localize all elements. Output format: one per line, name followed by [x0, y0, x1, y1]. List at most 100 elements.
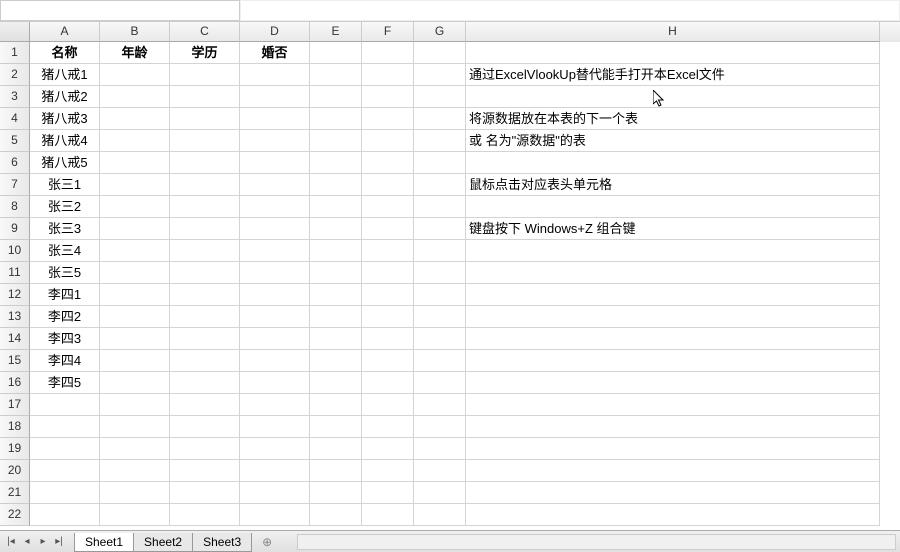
row-header-12[interactable]: 12	[0, 284, 30, 306]
cell-E15[interactable]	[310, 350, 362, 372]
cell-C14[interactable]	[170, 328, 240, 350]
column-header-G[interactable]: G	[414, 22, 466, 42]
cell-D3[interactable]	[240, 86, 310, 108]
cell-C16[interactable]	[170, 372, 240, 394]
cell-E17[interactable]	[310, 394, 362, 416]
row-header-14[interactable]: 14	[0, 328, 30, 350]
row-header-13[interactable]: 13	[0, 306, 30, 328]
cell-A21[interactable]	[30, 482, 100, 504]
cell-B10[interactable]	[100, 240, 170, 262]
cell-H16[interactable]	[466, 372, 880, 394]
cell-C11[interactable]	[170, 262, 240, 284]
cell-D13[interactable]	[240, 306, 310, 328]
row-header-17[interactable]: 17	[0, 394, 30, 416]
cell-G12[interactable]	[414, 284, 466, 306]
cell-H1[interactable]	[466, 42, 880, 64]
sheet-tab-sheet2[interactable]: Sheet2	[133, 533, 193, 552]
cell-G17[interactable]	[414, 394, 466, 416]
row-header-16[interactable]: 16	[0, 372, 30, 394]
row-header-1[interactable]: 1	[0, 42, 30, 64]
column-header-A[interactable]: A	[30, 22, 100, 42]
row-header-22[interactable]: 22	[0, 504, 30, 526]
cell-D21[interactable]	[240, 482, 310, 504]
row-header-6[interactable]: 6	[0, 152, 30, 174]
cell-D6[interactable]	[240, 152, 310, 174]
cell-D14[interactable]	[240, 328, 310, 350]
cell-E4[interactable]	[310, 108, 362, 130]
cell-F1[interactable]	[362, 42, 414, 64]
cell-E3[interactable]	[310, 86, 362, 108]
cell-A5[interactable]: 猪八戒4	[30, 130, 100, 152]
row-header-4[interactable]: 4	[0, 108, 30, 130]
cell-F19[interactable]	[362, 438, 414, 460]
cell-F7[interactable]	[362, 174, 414, 196]
cell-H5[interactable]: 或 名为"源数据"的表	[466, 130, 880, 152]
cell-G5[interactable]	[414, 130, 466, 152]
cell-D15[interactable]	[240, 350, 310, 372]
column-header-E[interactable]: E	[310, 22, 362, 42]
cell-C2[interactable]	[170, 64, 240, 86]
cell-B21[interactable]	[100, 482, 170, 504]
cell-E20[interactable]	[310, 460, 362, 482]
cell-G11[interactable]	[414, 262, 466, 284]
cell-D19[interactable]	[240, 438, 310, 460]
cell-D2[interactable]	[240, 64, 310, 86]
cell-F10[interactable]	[362, 240, 414, 262]
cell-B8[interactable]	[100, 196, 170, 218]
cell-B18[interactable]	[100, 416, 170, 438]
cell-H7[interactable]: 鼠标点击对应表头单元格	[466, 174, 880, 196]
cell-E10[interactable]	[310, 240, 362, 262]
cell-G22[interactable]	[414, 504, 466, 526]
cell-D11[interactable]	[240, 262, 310, 284]
cell-H3[interactable]	[466, 86, 880, 108]
cell-H9[interactable]: 键盘按下 Windows+Z 组合键	[466, 218, 880, 240]
cell-B19[interactable]	[100, 438, 170, 460]
cell-C21[interactable]	[170, 482, 240, 504]
cell-A14[interactable]: 李四3	[30, 328, 100, 350]
cell-B16[interactable]	[100, 372, 170, 394]
cell-A6[interactable]: 猪八戒5	[30, 152, 100, 174]
cell-F14[interactable]	[362, 328, 414, 350]
cell-F4[interactable]	[362, 108, 414, 130]
row-header-19[interactable]: 19	[0, 438, 30, 460]
cell-C18[interactable]	[170, 416, 240, 438]
cell-F15[interactable]	[362, 350, 414, 372]
cell-H22[interactable]	[466, 504, 880, 526]
cell-H21[interactable]	[466, 482, 880, 504]
tab-last-button[interactable]: ▸|	[52, 534, 66, 550]
column-header-H[interactable]: H	[466, 22, 880, 42]
cell-F13[interactable]	[362, 306, 414, 328]
cell-B15[interactable]	[100, 350, 170, 372]
row-header-10[interactable]: 10	[0, 240, 30, 262]
cell-A13[interactable]: 李四2	[30, 306, 100, 328]
column-header-D[interactable]: D	[240, 22, 310, 42]
cell-B12[interactable]	[100, 284, 170, 306]
cell-D9[interactable]	[240, 218, 310, 240]
cell-A20[interactable]	[30, 460, 100, 482]
cell-F8[interactable]	[362, 196, 414, 218]
cell-E2[interactable]	[310, 64, 362, 86]
cell-D7[interactable]	[240, 174, 310, 196]
cell-F6[interactable]	[362, 152, 414, 174]
cell-E18[interactable]	[310, 416, 362, 438]
tab-first-button[interactable]: |◂	[4, 534, 18, 550]
cell-F17[interactable]	[362, 394, 414, 416]
cell-C6[interactable]	[170, 152, 240, 174]
row-header-5[interactable]: 5	[0, 130, 30, 152]
cell-D5[interactable]	[240, 130, 310, 152]
cell-G16[interactable]	[414, 372, 466, 394]
tab-prev-button[interactable]: ◂	[20, 534, 34, 550]
cell-G10[interactable]	[414, 240, 466, 262]
row-header-2[interactable]: 2	[0, 64, 30, 86]
cell-G20[interactable]	[414, 460, 466, 482]
cell-C13[interactable]	[170, 306, 240, 328]
cell-D12[interactable]	[240, 284, 310, 306]
cell-E19[interactable]	[310, 438, 362, 460]
cell-A19[interactable]	[30, 438, 100, 460]
cell-G1[interactable]	[414, 42, 466, 64]
cell-F2[interactable]	[362, 64, 414, 86]
cell-C5[interactable]	[170, 130, 240, 152]
cell-D16[interactable]	[240, 372, 310, 394]
cell-G2[interactable]	[414, 64, 466, 86]
row-header-8[interactable]: 8	[0, 196, 30, 218]
